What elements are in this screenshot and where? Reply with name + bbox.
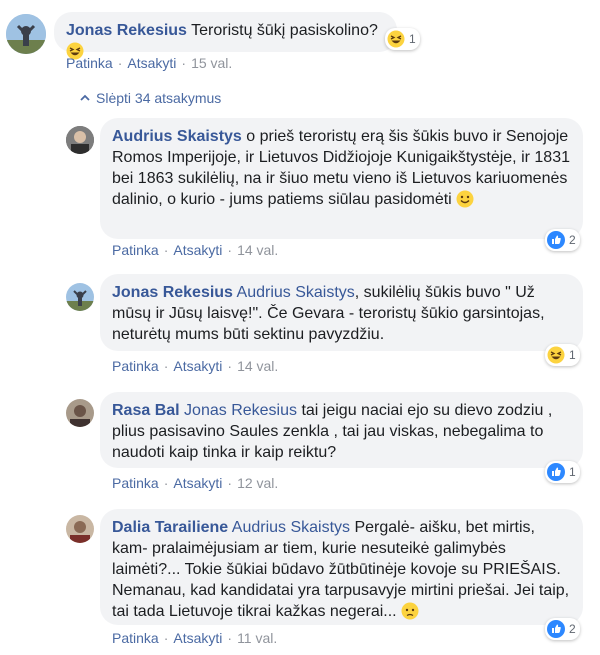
comment-mention[interactable]: Audrius Skaistys xyxy=(237,284,355,301)
comment-bubble: Rasa Bal Jonas Rekesius tai jeigu naciai… xyxy=(100,392,583,468)
like-link[interactable]: Patinka xyxy=(112,475,159,491)
reply-link[interactable]: Atsakyti xyxy=(173,358,222,374)
timestamp[interactable]: 15 val. xyxy=(191,55,232,71)
comment-mention[interactable]: Audrius Skaistys xyxy=(232,519,350,536)
hide-replies-toggle[interactable]: Slėpti 34 atsakymus xyxy=(80,90,221,106)
hide-replies-label: Slėpti 34 atsakymus xyxy=(96,90,222,106)
timestamp[interactable]: 14 val. xyxy=(237,242,278,258)
avatar[interactable] xyxy=(6,14,46,54)
comment-bubble: Jonas Rekesius Teroristų šūkį pasiskolin… xyxy=(54,12,397,60)
comment-actions: Patinka · Atsakyti · 14 val. xyxy=(112,242,279,258)
comment-bubble: Dalia Tarailiene Audrius Skaistys Pergal… xyxy=(100,509,583,625)
timestamp[interactable]: 11 val. xyxy=(237,630,277,646)
reaction-summary[interactable]: 1 xyxy=(385,28,420,50)
comment-bubble: Jonas Rekesius Audrius Skaistys, sukilėl… xyxy=(100,274,583,351)
avatar[interactable] xyxy=(66,515,94,543)
reaction-summary[interactable]: 1 xyxy=(545,461,580,483)
comment-text: Teroristų šūkį pasiskolino? xyxy=(191,22,378,39)
reaction-count: 2 xyxy=(569,233,576,247)
comment-author[interactable]: Rasa Bal xyxy=(112,402,180,419)
comment-author[interactable]: Dalia Tarailiene xyxy=(112,519,228,536)
reaction-summary[interactable]: 2 xyxy=(545,618,580,640)
reaction-count: 1 xyxy=(409,32,416,46)
comment-actions: Patinka · Atsakyti · 11 val. xyxy=(112,630,278,646)
reply-link[interactable]: Atsakyti xyxy=(173,475,222,491)
avatar[interactable] xyxy=(66,283,94,311)
like-link[interactable]: Patinka xyxy=(112,242,159,258)
like-icon xyxy=(547,463,565,481)
reaction-count: 2 xyxy=(569,622,576,636)
comment-mention[interactable]: Jonas Rekesius xyxy=(184,402,297,419)
comment-actions: Patinka · Atsakyti · 14 val. xyxy=(112,358,279,374)
avatar[interactable] xyxy=(66,399,94,427)
timestamp[interactable]: 12 val. xyxy=(237,475,278,491)
worried-emoji-icon xyxy=(401,602,419,626)
reply-link[interactable]: Atsakyti xyxy=(127,55,176,71)
comment-actions: Patinka · Atsakyti · 15 val. xyxy=(66,55,233,71)
like-link[interactable]: Patinka xyxy=(66,55,113,71)
comment-author[interactable]: Jonas Rekesius xyxy=(66,22,187,39)
chevron-up-icon xyxy=(80,94,90,101)
smiling-emoji-icon xyxy=(456,190,474,214)
like-link[interactable]: Patinka xyxy=(112,358,159,374)
reply-link[interactable]: Atsakyti xyxy=(173,630,222,646)
avatar[interactable] xyxy=(66,126,94,154)
like-icon xyxy=(547,620,565,638)
haha-icon xyxy=(387,30,405,48)
timestamp[interactable]: 14 val. xyxy=(237,358,278,374)
reaction-count: 1 xyxy=(569,348,576,362)
like-icon xyxy=(547,231,565,249)
comment-author[interactable]: Audrius Skaistys xyxy=(112,128,242,145)
like-link[interactable]: Patinka xyxy=(112,630,159,646)
reaction-summary[interactable]: 1 xyxy=(545,344,580,366)
reply-link[interactable]: Atsakyti xyxy=(173,242,222,258)
comment-actions: Patinka · Atsakyti · 12 val. xyxy=(112,475,279,491)
reaction-count: 1 xyxy=(569,465,576,479)
comment-author[interactable]: Jonas Rekesius xyxy=(112,284,233,301)
haha-icon xyxy=(547,346,565,364)
comment-bubble: Audrius Skaistys o prieš teroristų erą š… xyxy=(100,118,583,239)
reaction-summary[interactable]: 2 xyxy=(545,229,580,251)
